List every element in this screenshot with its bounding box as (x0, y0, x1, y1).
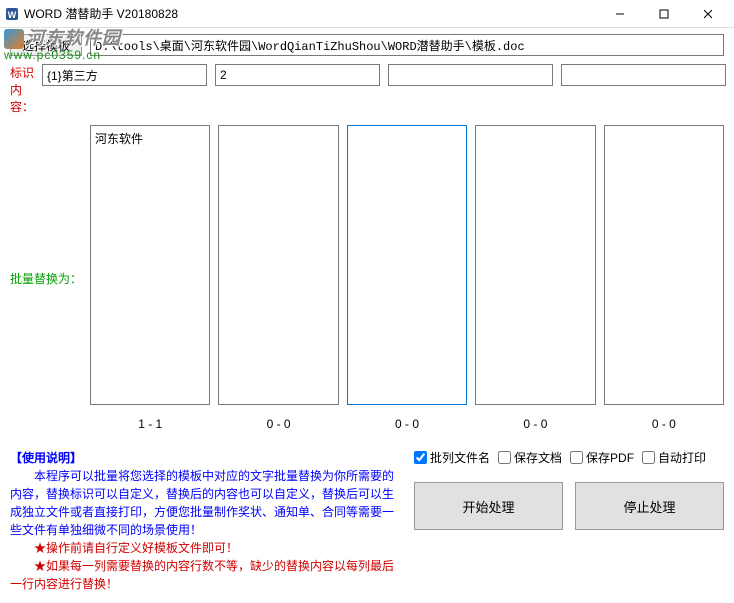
replace-textarea-4[interactable] (475, 125, 595, 405)
instructions-star2: ★如果每一列需要替换的内容行数不等，缺少的替换内容以每列最后一行内容进行替换！ (10, 559, 394, 591)
replace-textarea-5[interactable] (604, 125, 724, 405)
col-status-1: 1 - 1 (90, 417, 210, 431)
titlebar: W WORD 潜替助手 V20180828 (0, 0, 734, 28)
ident-label: 标识内容： (10, 64, 34, 115)
maximize-button[interactable] (642, 0, 686, 28)
checkbox-auto-print-input[interactable] (642, 451, 655, 464)
checkbox-batch-filename-input[interactable] (414, 451, 427, 464)
ident-input-2[interactable] (215, 64, 380, 86)
window-controls (598, 0, 730, 28)
replace-textarea-2[interactable] (218, 125, 338, 405)
start-button[interactable]: 开始处理 (414, 482, 563, 530)
instructions-panel: 【使用说明】 本程序可以批量将您选择的模板中对应的文字批量替换为你所需要的内容，… (10, 449, 404, 593)
svg-text:W: W (8, 10, 17, 20)
instructions-star1: ★操作前请自行定义好模板文件即可！ (34, 541, 238, 555)
checkbox-auto-print[interactable]: 自动打印 (642, 449, 706, 466)
replace-textarea-3[interactable] (347, 125, 467, 405)
col-status-3: 0 - 0 (347, 417, 467, 431)
select-template-button[interactable]: 选择模板 (10, 34, 82, 56)
instructions-line1: 本程序可以批量将您选择的模板中对应的文字批量替换为你所需要的内容，替换标识可以自… (10, 469, 394, 537)
replace-label: 批量替换为： (10, 270, 82, 287)
checkbox-save-doc-input[interactable] (498, 451, 511, 464)
col-status-2: 0 - 0 (218, 417, 338, 431)
app-icon: W (4, 6, 20, 22)
ident-input-1[interactable] (42, 64, 207, 86)
checkbox-save-pdf[interactable]: 保存PDF (570, 449, 634, 466)
ident-input-4[interactable] (561, 64, 726, 86)
col-status-4: 0 - 0 (475, 417, 595, 431)
stop-button[interactable]: 停止处理 (575, 482, 724, 530)
checkbox-save-pdf-input[interactable] (570, 451, 583, 464)
window-title: WORD 潜替助手 V20180828 (24, 5, 598, 22)
template-path-input[interactable] (90, 34, 724, 56)
minimize-button[interactable] (598, 0, 642, 28)
ident-input-3[interactable] (388, 64, 553, 86)
instructions-title: 【使用说明】 (10, 451, 82, 465)
col-status-5: 0 - 0 (604, 417, 724, 431)
replace-textarea-1[interactable] (90, 125, 210, 405)
checkbox-batch-filename[interactable]: 批列文件名 (414, 449, 490, 466)
checkbox-save-doc[interactable]: 保存文档 (498, 449, 562, 466)
close-button[interactable] (686, 0, 730, 28)
